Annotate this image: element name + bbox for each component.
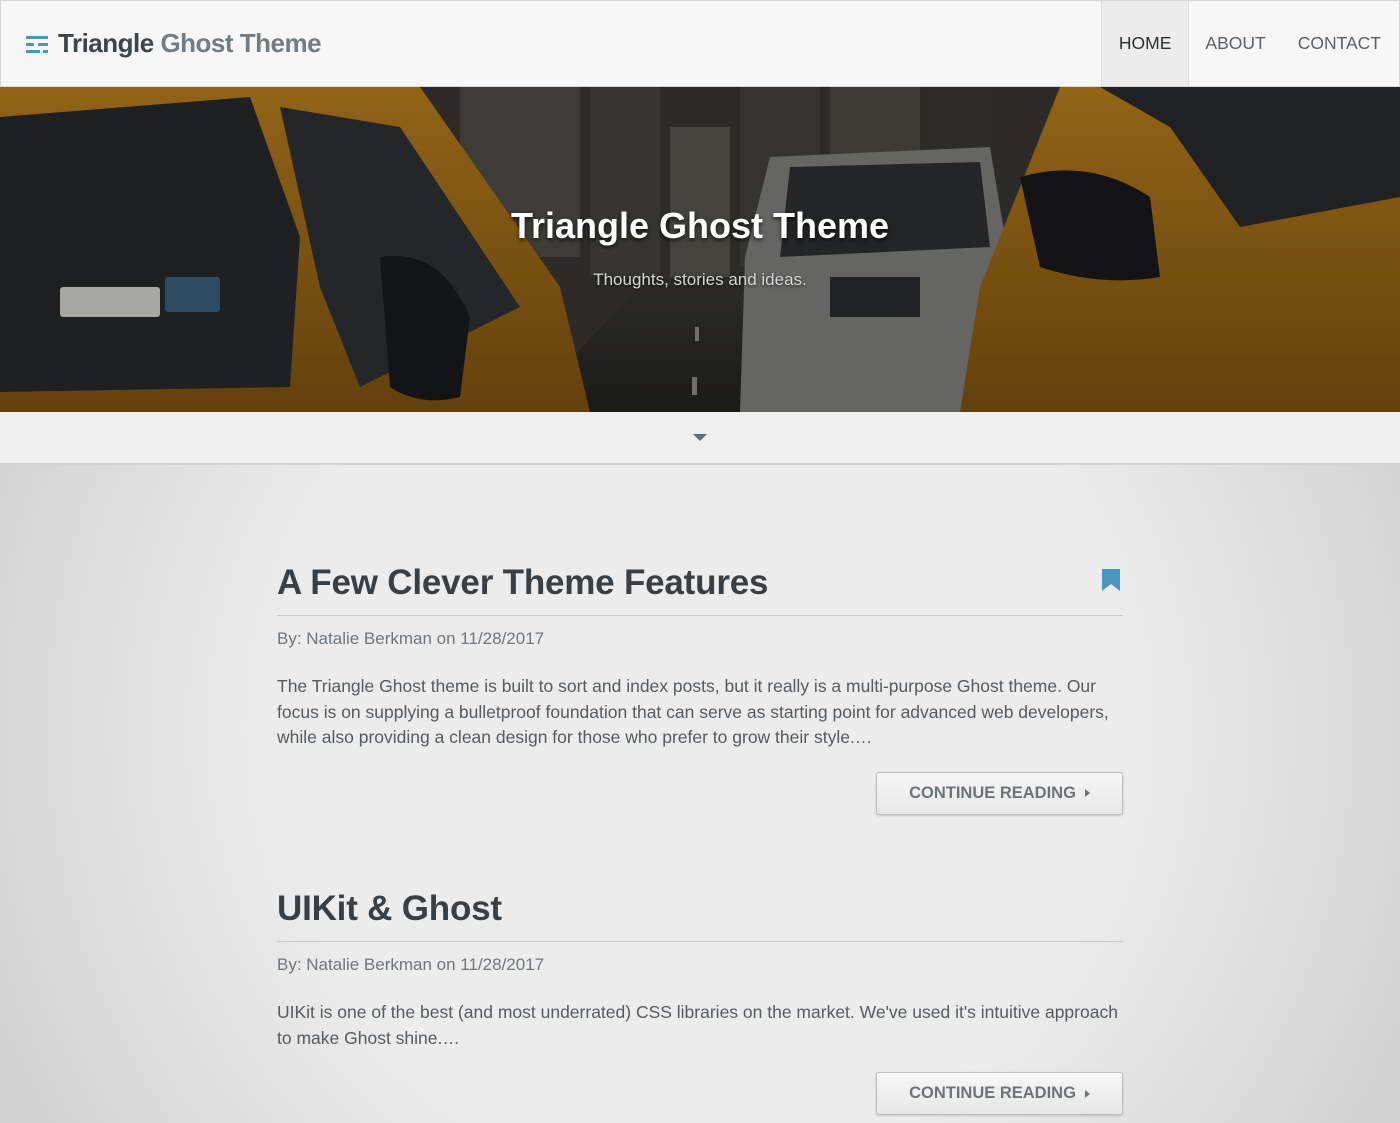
menu-lines-icon [26,34,48,54]
nav-link-home[interactable]: HOME [1100,1,1190,86]
post-title[interactable]: UIKit & Ghost [277,889,1123,942]
scroll-down-bar[interactable] [0,412,1400,464]
hero-subtitle: Thoughts, stories and ideas. [593,270,807,289]
brand-name-secondary: Ghost Theme [160,28,322,58]
post-list: A Few Clever Theme Features By: Natalie … [0,465,1400,1123]
continue-reading-label: CONTINUE READING [909,1084,1076,1102]
caret-right-icon [1084,1089,1090,1098]
post-excerpt: UIKit is one of the best (and most under… [277,1002,1118,1048]
hero-banner: Triangle Ghost Theme Thoughts, stories a… [0,87,1400,412]
continue-reading-button[interactable]: CONTINUE READING [876,771,1123,815]
nav-link-contact[interactable]: CONTACT [1282,1,1399,86]
caret-down-icon [693,434,707,441]
post-actions: CONTINUE READING [277,1072,1123,1115]
post-title[interactable]: A Few Clever Theme Features [277,563,1123,616]
post-actions: CONTINUE READING [277,771,1123,815]
main-nav: HOME ABOUT CONTACT [1100,1,1399,86]
post-excerpt: The Triangle Ghost theme is built to sor… [277,676,1109,747]
hero-background-image [0,87,1400,412]
bookmark-icon [1102,569,1120,591]
continue-reading-button[interactable]: CONTINUE READING [876,1072,1123,1115]
continue-reading-label: CONTINUE READING [909,783,1076,802]
site-logo[interactable]: Triangle Ghost Theme [1,1,322,86]
post-card: UIKit & Ghost By: Natalie Berkman on 11/… [277,889,1123,1115]
top-navbar: Triangle Ghost Theme HOME ABOUT CONTACT [0,0,1400,87]
caret-right-icon [1084,789,1090,797]
post-meta: By: Natalie Berkman on 11/28/2017 [277,629,545,648]
brand-name-primary: Triangle [58,28,154,58]
site-brand-name: Triangle Ghost Theme [58,28,322,59]
hero-title: Triangle Ghost Theme [510,205,890,246]
post-meta: By: Natalie Berkman on 11/28/2017 [277,955,545,974]
nav-link-about[interactable]: ABOUT [1189,1,1281,86]
post-card: A Few Clever Theme Features By: Natalie … [277,563,1123,815]
